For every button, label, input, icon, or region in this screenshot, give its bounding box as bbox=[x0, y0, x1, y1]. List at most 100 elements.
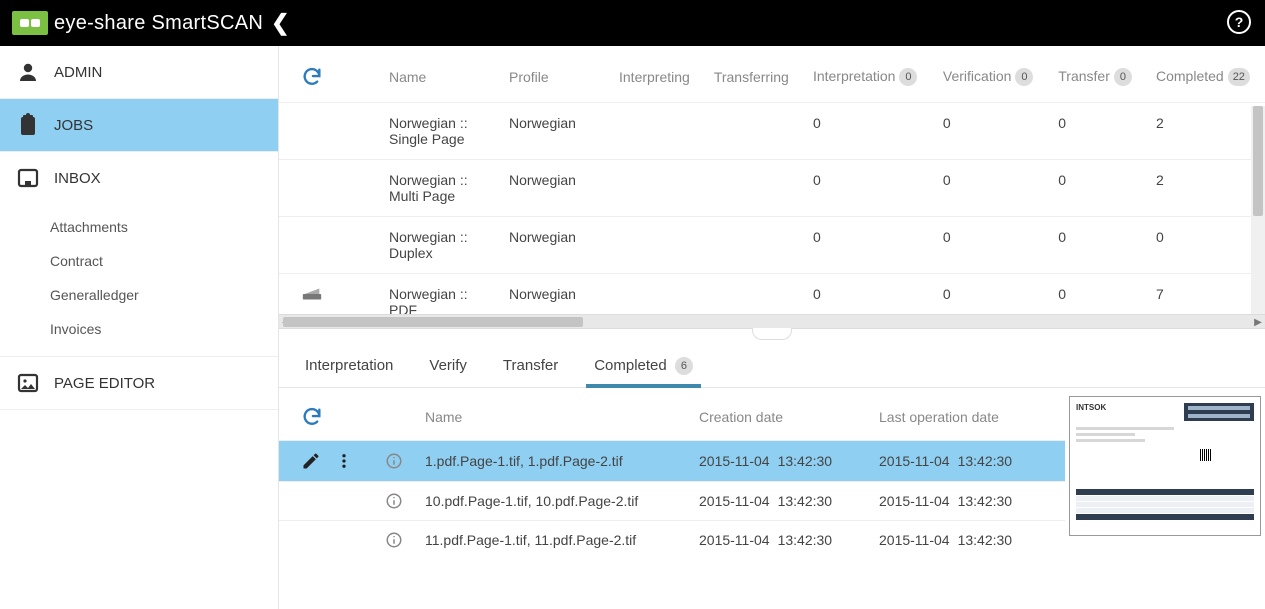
splitter-handle[interactable] bbox=[279, 329, 1265, 343]
cell-interpreting bbox=[609, 274, 704, 315]
preview-doc-table bbox=[1076, 489, 1254, 520]
document-preview[interactable]: INTSOK bbox=[1069, 396, 1261, 536]
person-icon bbox=[16, 60, 40, 84]
col-name[interactable]: Name bbox=[379, 46, 499, 103]
detail-creation-date: 2015-11-0413:42:30 bbox=[699, 532, 879, 548]
refresh-jobs-button[interactable] bbox=[301, 66, 369, 88]
sidebar-item-label: JOBS bbox=[54, 117, 93, 134]
tab-transfer[interactable]: Transfer bbox=[499, 347, 562, 387]
info-icon[interactable] bbox=[385, 492, 425, 510]
cell-completed: 0 bbox=[1146, 217, 1265, 274]
cell-transfer: 0 bbox=[1048, 274, 1146, 315]
sidebar-item-jobs[interactable]: JOBS bbox=[0, 99, 278, 152]
detail-list: Name Creation date Last operation date 1… bbox=[279, 388, 1065, 609]
detail-creation-date: 2015-11-0413:42:30 bbox=[699, 493, 879, 509]
info-icon[interactable] bbox=[385, 531, 425, 549]
sidebar-item-label: PAGE EDITOR bbox=[54, 375, 155, 392]
row-actions bbox=[285, 451, 385, 471]
cell-interpreting bbox=[609, 217, 704, 274]
refresh-detail-button[interactable] bbox=[285, 406, 385, 428]
horizontal-scrollbar[interactable]: ◀ ▶ bbox=[279, 314, 1265, 328]
sidebar-sub-invoices[interactable]: Invoices bbox=[0, 312, 278, 346]
cell-profile: Norwegian bbox=[499, 103, 609, 160]
cell-transferring bbox=[704, 217, 803, 274]
cell-interpretation: 0 bbox=[803, 217, 933, 274]
col-profile[interactable]: Profile bbox=[499, 46, 609, 103]
tab-completed[interactable]: Completed 6 bbox=[590, 347, 697, 387]
edit-icon[interactable] bbox=[301, 451, 321, 471]
detail-row[interactable]: 10.pdf.Page-1.tif, 10.pdf.Page-2.tif2015… bbox=[279, 481, 1065, 520]
cell-verification: 0 bbox=[933, 160, 1048, 217]
sidebar-item-admin[interactable]: ADMIN bbox=[0, 46, 278, 99]
table-row[interactable]: Norwegian :: Single PageNorwegian0002 bbox=[279, 103, 1265, 160]
detail-row[interactable]: 11.pdf.Page-1.tif, 11.pdf.Page-2.tif2015… bbox=[279, 520, 1065, 559]
vertical-scrollbar-thumb[interactable] bbox=[1253, 106, 1263, 216]
completed-badge: 22 bbox=[1228, 68, 1250, 86]
collapse-sidebar-icon[interactable]: ❮ bbox=[271, 10, 289, 36]
brand-logo bbox=[12, 11, 48, 35]
tab-interpretation[interactable]: Interpretation bbox=[301, 347, 397, 387]
help-icon[interactable]: ? bbox=[1227, 10, 1251, 34]
cell-profile: Norwegian bbox=[499, 160, 609, 217]
sidebar-sub-contract[interactable]: Contract bbox=[0, 244, 278, 278]
table-row[interactable]: Norwegian :: DuplexNorwegian0000 bbox=[279, 217, 1265, 274]
cell-interpretation: 0 bbox=[803, 103, 933, 160]
detail-creation-date: 2015-11-0413:42:30 bbox=[699, 453, 879, 469]
jobs-scroll[interactable]: Name Profile Interpreting Transferring I… bbox=[279, 46, 1265, 314]
detail-body: Name Creation date Last operation date 1… bbox=[279, 388, 1265, 609]
cell-name: Norwegian :: Multi Page bbox=[379, 160, 499, 217]
sidebar-sub-attachments[interactable]: Attachments bbox=[0, 210, 278, 244]
cell-profile: Norwegian bbox=[499, 274, 609, 315]
tab-completed-label: Completed bbox=[594, 357, 667, 374]
table-row[interactable]: Norwegian :: Multi PageNorwegian0002 bbox=[279, 160, 1265, 217]
detail-name: 10.pdf.Page-1.tif, 10.pdf.Page-2.tif bbox=[425, 493, 699, 509]
detail-header-row: Name Creation date Last operation date bbox=[279, 388, 1065, 440]
cell-profile: Norwegian bbox=[499, 217, 609, 274]
cell-verification: 0 bbox=[933, 274, 1048, 315]
verification-badge: 0 bbox=[1015, 68, 1033, 86]
sidebar-item-page-editor[interactable]: PAGE EDITOR bbox=[0, 357, 278, 410]
cell-transfer: 0 bbox=[1048, 160, 1146, 217]
sidebar: ADMIN JOBS INBOX Attachments Contract Ge… bbox=[0, 46, 279, 609]
more-icon[interactable] bbox=[335, 452, 353, 470]
jobs-area: Name Profile Interpreting Transferring I… bbox=[279, 46, 1265, 329]
sidebar-item-label: ADMIN bbox=[54, 64, 102, 81]
inbox-icon bbox=[16, 166, 40, 190]
cell-name: Norwegian :: PDF bbox=[379, 274, 499, 315]
cell-completed: 2 bbox=[1146, 103, 1265, 160]
col-transfer[interactable]: Transfer0 bbox=[1048, 46, 1146, 103]
cell-verification: 0 bbox=[933, 217, 1048, 274]
info-icon[interactable] bbox=[385, 452, 425, 470]
brand-name-1: eye-share bbox=[54, 12, 152, 34]
scroll-right-icon[interactable]: ▶ bbox=[1251, 315, 1265, 329]
detail-col-name[interactable]: Name bbox=[425, 409, 699, 425]
top-bar: eye-share SmartSCAN ❮ ? bbox=[0, 0, 1265, 46]
transfer-badge: 0 bbox=[1114, 68, 1132, 86]
sidebar-item-label: INBOX bbox=[54, 170, 101, 187]
brand-title: eye-share SmartSCAN bbox=[54, 12, 263, 35]
col-completed[interactable]: Completed22 bbox=[1146, 46, 1265, 103]
table-row[interactable]: Norwegian :: PDFNorwegian0007 bbox=[279, 274, 1265, 315]
image-icon bbox=[16, 371, 40, 395]
preview-doc-band bbox=[1184, 403, 1254, 421]
col-interpretation[interactable]: Interpretation0 bbox=[803, 46, 933, 103]
detail-col-creation[interactable]: Creation date bbox=[699, 409, 879, 425]
cell-interpretation: 0 bbox=[803, 160, 933, 217]
sidebar-item-inbox[interactable]: INBOX bbox=[0, 152, 278, 204]
col-verification[interactable]: Verification0 bbox=[933, 46, 1048, 103]
detail-lastop-date: 2015-11-0413:42:30 bbox=[879, 493, 1059, 509]
scanner-icon bbox=[301, 286, 369, 302]
vertical-scrollbar[interactable] bbox=[1251, 106, 1265, 314]
clipboard-icon bbox=[16, 113, 40, 137]
detail-tabs: Interpretation Verify Transfer Completed… bbox=[279, 343, 1265, 388]
horizontal-scrollbar-thumb[interactable] bbox=[283, 317, 583, 327]
col-transferring[interactable]: Transferring bbox=[704, 46, 803, 103]
row-icon-cell bbox=[279, 274, 379, 315]
sidebar-sub-generalledger[interactable]: Generalledger bbox=[0, 278, 278, 312]
detail-name: 11.pdf.Page-1.tif, 11.pdf.Page-2.tif bbox=[425, 532, 699, 548]
tab-verify[interactable]: Verify bbox=[425, 347, 471, 387]
detail-col-lastop[interactable]: Last operation date bbox=[879, 409, 1059, 425]
col-interpreting[interactable]: Interpreting bbox=[609, 46, 704, 103]
detail-row[interactable]: 1.pdf.Page-1.tif, 1.pdf.Page-2.tif2015-1… bbox=[279, 440, 1065, 481]
cell-transferring bbox=[704, 103, 803, 160]
